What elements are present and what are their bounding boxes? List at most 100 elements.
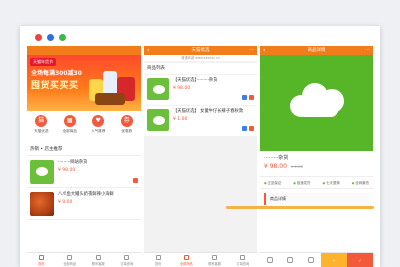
item-info: 八爪鱼大鳗头奶夜鲜辣小海鲜 ¥ 8.00 (58, 192, 138, 215)
add-to-cart-button[interactable]: ＋ (321, 253, 347, 267)
category-coupon[interactable]: 券 优惠券 (116, 115, 138, 134)
tab-label: 联系客服 (91, 261, 105, 266)
tab-contact[interactable]: 联系客服 (84, 253, 113, 267)
cloud-logo-icon (290, 79, 346, 119)
tab-contact[interactable]: 联系客服 (201, 253, 229, 267)
product-thumbnail (147, 78, 169, 100)
more-icon[interactable]: ⋯ (249, 46, 254, 55)
home-icon[interactable] (267, 257, 274, 263)
order-icon (240, 254, 246, 260)
product-thumbnail (30, 160, 54, 184)
tab-all-products[interactable]: 全部商品 (172, 253, 200, 267)
tab-label: 全部商品 (180, 261, 193, 266)
category-label: 优惠券 (121, 129, 133, 133)
home-icon (155, 254, 161, 260)
item-price: ¥ 8.00 (58, 200, 73, 205)
add-cart-icon[interactable] (133, 178, 138, 183)
buy-now-button[interactable]: ✓ (347, 253, 373, 267)
original-price: ¥ 1.00 (290, 164, 303, 169)
tab-orders[interactable]: 订单查询 (113, 253, 142, 267)
order-icon (124, 254, 130, 260)
grid-icon: ▦ (63, 115, 76, 127)
banner-tag: 天猫年货节 (30, 58, 56, 66)
price-value: ¥ 98.00 (264, 163, 287, 170)
detail-section-title: 商品详情 (264, 193, 369, 205)
buy-bar-icons (260, 253, 321, 267)
list-header: ‹ 天猫优选 ⋯ (144, 46, 257, 55)
item-price: ¥ 1.00 (173, 117, 188, 122)
list-item[interactable]: 【天猫优选】 女童牛仔长裤子春秋款 ¥ 1.00 (144, 106, 257, 136)
detail-screen: ‹ 商品详情 ⋯ ·········杂货 ¥ 98.00 ¥ 1.00 ● 正品… (260, 46, 373, 267)
more-icon[interactable]: ⋯ (365, 46, 370, 55)
coupon-icon: 券 (120, 115, 133, 127)
category-all[interactable]: ▦ 全部商品 (59, 115, 81, 134)
heart-icon: ♥ (92, 115, 105, 127)
back-icon[interactable]: ‹ (263, 46, 265, 55)
chat-icon (212, 254, 218, 260)
back-icon[interactable]: ‹ (147, 46, 149, 55)
tmall-icon: 猫 (35, 115, 48, 127)
list-screen: ‹ 天猫优选 ⋯ 普通商城 www.xxxxxx.cn 商品列表 【天猫优选】·… (144, 46, 257, 267)
product-info: ·········杂货 ¥ 98.00 ¥ 1.00 (260, 151, 373, 173)
phone-screens: 天猫年货节 全场每满300减30 囤货买买买 猫 天猫优选 ▦ 全部商品 ♥ 人… (27, 46, 373, 267)
horizontal-scrollbar[interactable] (226, 206, 374, 209)
cart-icon[interactable] (307, 257, 314, 263)
share-icon[interactable] (242, 95, 247, 100)
home-screen: 天猫年货节 全场每满300减30 囤货买买买 猫 天猫优选 ▦ 全部商品 ♥ 人… (27, 46, 141, 267)
item-name: 【天猫优选】·········杂货 (173, 78, 218, 83)
grid-icon (183, 254, 189, 260)
tab-label: 首页 (154, 261, 162, 266)
feature-item: 七天退换 (323, 180, 340, 185)
add-cart-icon[interactable] (249, 95, 254, 100)
category-row: 猫 天猫优选 ▦ 全部商品 ♥ 人气推荐 券 优惠券 (27, 111, 141, 143)
list-item[interactable]: ·········网站杂货 ¥ 98.00 (27, 156, 141, 188)
add-cart-icon[interactable] (249, 126, 254, 131)
home-header (27, 46, 141, 55)
list-item[interactable]: 【天猫优选】·········杂货 ¥ 98.00 (144, 75, 257, 105)
product-thumbnail (147, 109, 169, 131)
item-info: ·········网站杂货 ¥ 98.00 (58, 160, 138, 183)
section-title: 热销 • 店主推荐 (27, 143, 141, 156)
list-item[interactable]: 八爪鱼大鳗头奶夜鲜辣小海鲜 ¥ 8.00 (27, 188, 141, 220)
tab-home[interactable]: 首页 (27, 253, 56, 267)
tab-home[interactable]: 首页 (144, 253, 172, 267)
tab-label: 订单查询 (120, 261, 134, 266)
banner-line1: 全场每满300减30 (31, 70, 82, 77)
tab-label: 订单查询 (236, 261, 250, 266)
item-actions (242, 126, 254, 131)
bottom-tab-bar: 首页 全部商品 联系客服 订单查询 (144, 252, 257, 267)
category-label: 人气推荐 (91, 129, 106, 133)
feature-item: 极速发货 (293, 180, 311, 185)
maximize-dot-icon[interactable] (59, 34, 66, 41)
banner-products-image (87, 67, 137, 107)
feature-row: 正品保证 极速发货 七天退换 全网最低 (260, 176, 373, 189)
home-icon (38, 254, 44, 260)
share-icon[interactable] (242, 126, 247, 131)
item-name: 八爪鱼大鳗头奶夜鲜辣小海鲜 (58, 192, 114, 197)
category-label: 全部商品 (62, 129, 77, 133)
title-bar (20, 26, 380, 46)
tab-orders[interactable]: 订单查询 (229, 253, 257, 267)
page-title: 天猫优选 (191, 48, 210, 53)
product-thumbnail (30, 192, 54, 216)
close-dot-icon[interactable] (35, 34, 42, 41)
banner-line2: 囤货买买买 (31, 81, 79, 91)
minimize-dot-icon[interactable] (47, 34, 54, 41)
feature-item: 全网最低 (352, 180, 369, 185)
chat-icon (95, 254, 101, 260)
bottom-tab-bar: 首页 全部商品 联系客服 订单查询 (27, 252, 141, 267)
page-title: 商品详情 (307, 48, 326, 53)
favorite-icon[interactable] (287, 257, 294, 263)
promo-banner[interactable]: 天猫年货节 全场每满300减30 囤货买买买 (27, 55, 141, 111)
product-name: ·········杂货 (264, 155, 289, 161)
category-popular[interactable]: ♥ 人气推荐 (87, 115, 109, 134)
item-price: ¥ 98.00 (58, 168, 76, 173)
product-hero-image (260, 55, 373, 151)
tab-label: 联系客服 (208, 261, 221, 266)
url-bar: 普通商城 www.xxxxxx.cn (144, 55, 257, 61)
category-tmall[interactable]: 猫 天猫优选 (30, 115, 52, 134)
grid-icon (67, 254, 73, 260)
buy-bar: ＋ ✓ (260, 252, 373, 267)
product-price: ¥ 98.00 ¥ 1.00 (264, 163, 369, 170)
tab-all-products[interactable]: 全部商品 (56, 253, 85, 267)
